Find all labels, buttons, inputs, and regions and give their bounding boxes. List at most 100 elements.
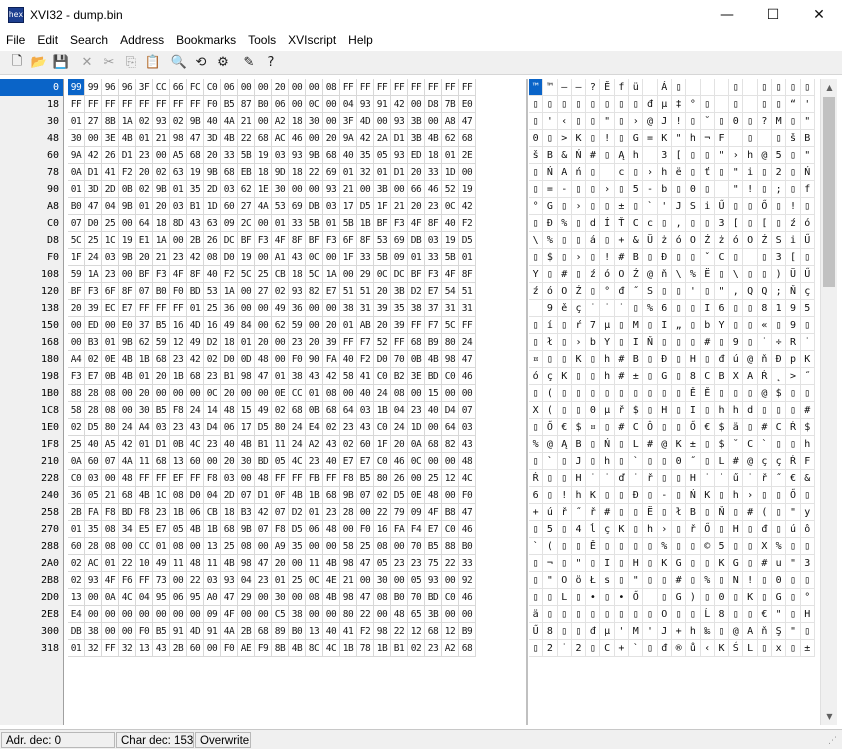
hex-byte[interactable]: 80: [374, 470, 391, 487]
hex-byte[interactable]: 96: [102, 79, 119, 96]
hex-byte[interactable]: 27: [255, 283, 272, 300]
hex-byte[interactable]: 3F: [136, 79, 153, 96]
text-char[interactable]: Y: [529, 266, 544, 283]
text-char[interactable]: h: [600, 351, 615, 368]
text-char[interactable]: ˙: [800, 334, 815, 351]
text-char[interactable]: J: [657, 623, 672, 640]
text-char[interactable]: \: [729, 266, 744, 283]
text-char[interactable]: ň: [757, 623, 773, 640]
text-char[interactable]: ▯: [571, 402, 587, 419]
text-char[interactable]: ▯: [757, 402, 773, 419]
text-char[interactable]: °: [800, 589, 815, 606]
hex-byte[interactable]: C0: [442, 521, 459, 538]
text-char[interactable]: Ě: [700, 385, 715, 402]
hex-byte[interactable]: 01: [136, 198, 153, 215]
hex-byte[interactable]: 8B: [102, 113, 119, 130]
text-char[interactable]: A: [743, 368, 758, 385]
hex-byte[interactable]: 00: [340, 266, 357, 283]
hex-byte[interactable]: A2: [442, 640, 459, 657]
hex-byte[interactable]: 00: [289, 589, 306, 606]
hex-byte[interactable]: 2B: [187, 232, 204, 249]
hex-byte[interactable]: 03: [102, 249, 119, 266]
hex-byte[interactable]: CB: [272, 266, 289, 283]
text-char[interactable]: ▯: [729, 589, 744, 606]
hex-byte[interactable]: 00: [272, 351, 289, 368]
text-char[interactable]: ▯: [743, 606, 758, 623]
hex-byte[interactable]: FF: [459, 317, 476, 334]
text-char[interactable]: ▯: [586, 385, 601, 402]
hex-byte[interactable]: 69: [323, 164, 340, 181]
text-char[interactable]: ˝: [686, 453, 701, 470]
text-char[interactable]: ▯: [671, 368, 687, 385]
text-char[interactable]: ▯: [614, 130, 630, 147]
text-char[interactable]: 5: [714, 538, 730, 555]
text-char[interactable]: ë: [671, 164, 687, 181]
text-char[interactable]: ▯: [800, 317, 815, 334]
text-char[interactable]: %: [529, 436, 544, 453]
text-char[interactable]: ▯: [743, 538, 758, 555]
text-char[interactable]: ĺ: [586, 521, 601, 538]
hex-byte[interactable]: 21: [340, 181, 357, 198]
text-char[interactable]: ▯: [643, 351, 658, 368]
resize-grip-icon[interactable]: ⋰: [828, 735, 840, 747]
text-char[interactable]: €: [700, 419, 715, 436]
help-icon[interactable]: ?: [260, 52, 282, 74]
text-char[interactable]: h: [729, 487, 744, 504]
text-char[interactable]: ▯: [671, 606, 687, 623]
hex-byte[interactable]: 4B: [119, 368, 136, 385]
hex-byte[interactable]: 0A: [68, 164, 85, 181]
hex-byte[interactable]: 43: [153, 640, 170, 657]
hex-byte[interactable]: 1D: [442, 164, 459, 181]
text-char[interactable]: ›: [600, 181, 615, 198]
hex-byte[interactable]: 25: [85, 232, 102, 249]
hex-byte[interactable]: 64: [442, 419, 459, 436]
hex-byte[interactable]: 52: [374, 334, 391, 351]
text-char[interactable]: 0: [729, 113, 744, 130]
hex-byte[interactable]: 20: [136, 164, 153, 181]
text-char[interactable]: ?: [757, 113, 773, 130]
text-char[interactable]: Ź: [700, 232, 715, 249]
text-char[interactable]: ': [543, 113, 558, 130]
text-char[interactable]: 9: [786, 300, 801, 317]
text-char[interactable]: ▯: [757, 572, 773, 589]
close-button[interactable]: ✕: [796, 0, 842, 30]
text-char[interactable]: ▯: [571, 113, 587, 130]
hex-byte[interactable]: 01: [408, 249, 425, 266]
hex-byte[interactable]: 82: [306, 283, 323, 300]
text-char[interactable]: ▯: [557, 606, 572, 623]
hex-byte[interactable]: 07: [68, 215, 85, 232]
text-char[interactable]: b: [657, 181, 672, 198]
hex-byte[interactable]: 7B: [442, 96, 459, 113]
hex-byte[interactable]: 02: [170, 113, 187, 130]
hex-byte[interactable]: 01: [272, 368, 289, 385]
text-char[interactable]: C: [629, 215, 644, 232]
hex-byte[interactable]: 07: [459, 402, 476, 419]
text-char[interactable]: O: [614, 266, 630, 283]
hex-byte[interactable]: 00: [306, 181, 323, 198]
hex-byte[interactable]: 13: [136, 640, 153, 657]
hex-byte[interactable]: 8F: [459, 266, 476, 283]
hex-byte[interactable]: 66: [170, 79, 187, 96]
hex-byte[interactable]: AC: [272, 130, 289, 147]
hex-byte[interactable]: 0C: [306, 572, 323, 589]
hex-byte[interactable]: 30: [306, 113, 323, 130]
hex-byte[interactable]: 00: [153, 147, 170, 164]
hex-byte[interactable]: 00: [323, 96, 340, 113]
hex-byte[interactable]: 06: [221, 419, 238, 436]
text-char[interactable]: ˇ: [700, 249, 715, 266]
hex-byte[interactable]: 3B: [408, 113, 425, 130]
hex-byte[interactable]: 23: [170, 249, 187, 266]
hex-byte[interactable]: 47: [221, 589, 238, 606]
hex-byte[interactable]: BD: [255, 453, 272, 470]
text-char[interactable]: š: [529, 147, 544, 164]
text-char[interactable]: ›: [729, 147, 744, 164]
text-char[interactable]: ▯: [586, 130, 601, 147]
hex-byte[interactable]: BF: [408, 266, 425, 283]
hex-byte[interactable]: 4F: [102, 572, 119, 589]
text-char[interactable]: ▯: [543, 470, 558, 487]
text-char[interactable]: ř: [643, 470, 658, 487]
text-char[interactable]: ": [714, 283, 730, 300]
hex-byte[interactable]: F0: [204, 96, 221, 113]
text-char[interactable]: ▯: [671, 79, 687, 96]
text-char[interactable]: ▯: [586, 181, 601, 198]
